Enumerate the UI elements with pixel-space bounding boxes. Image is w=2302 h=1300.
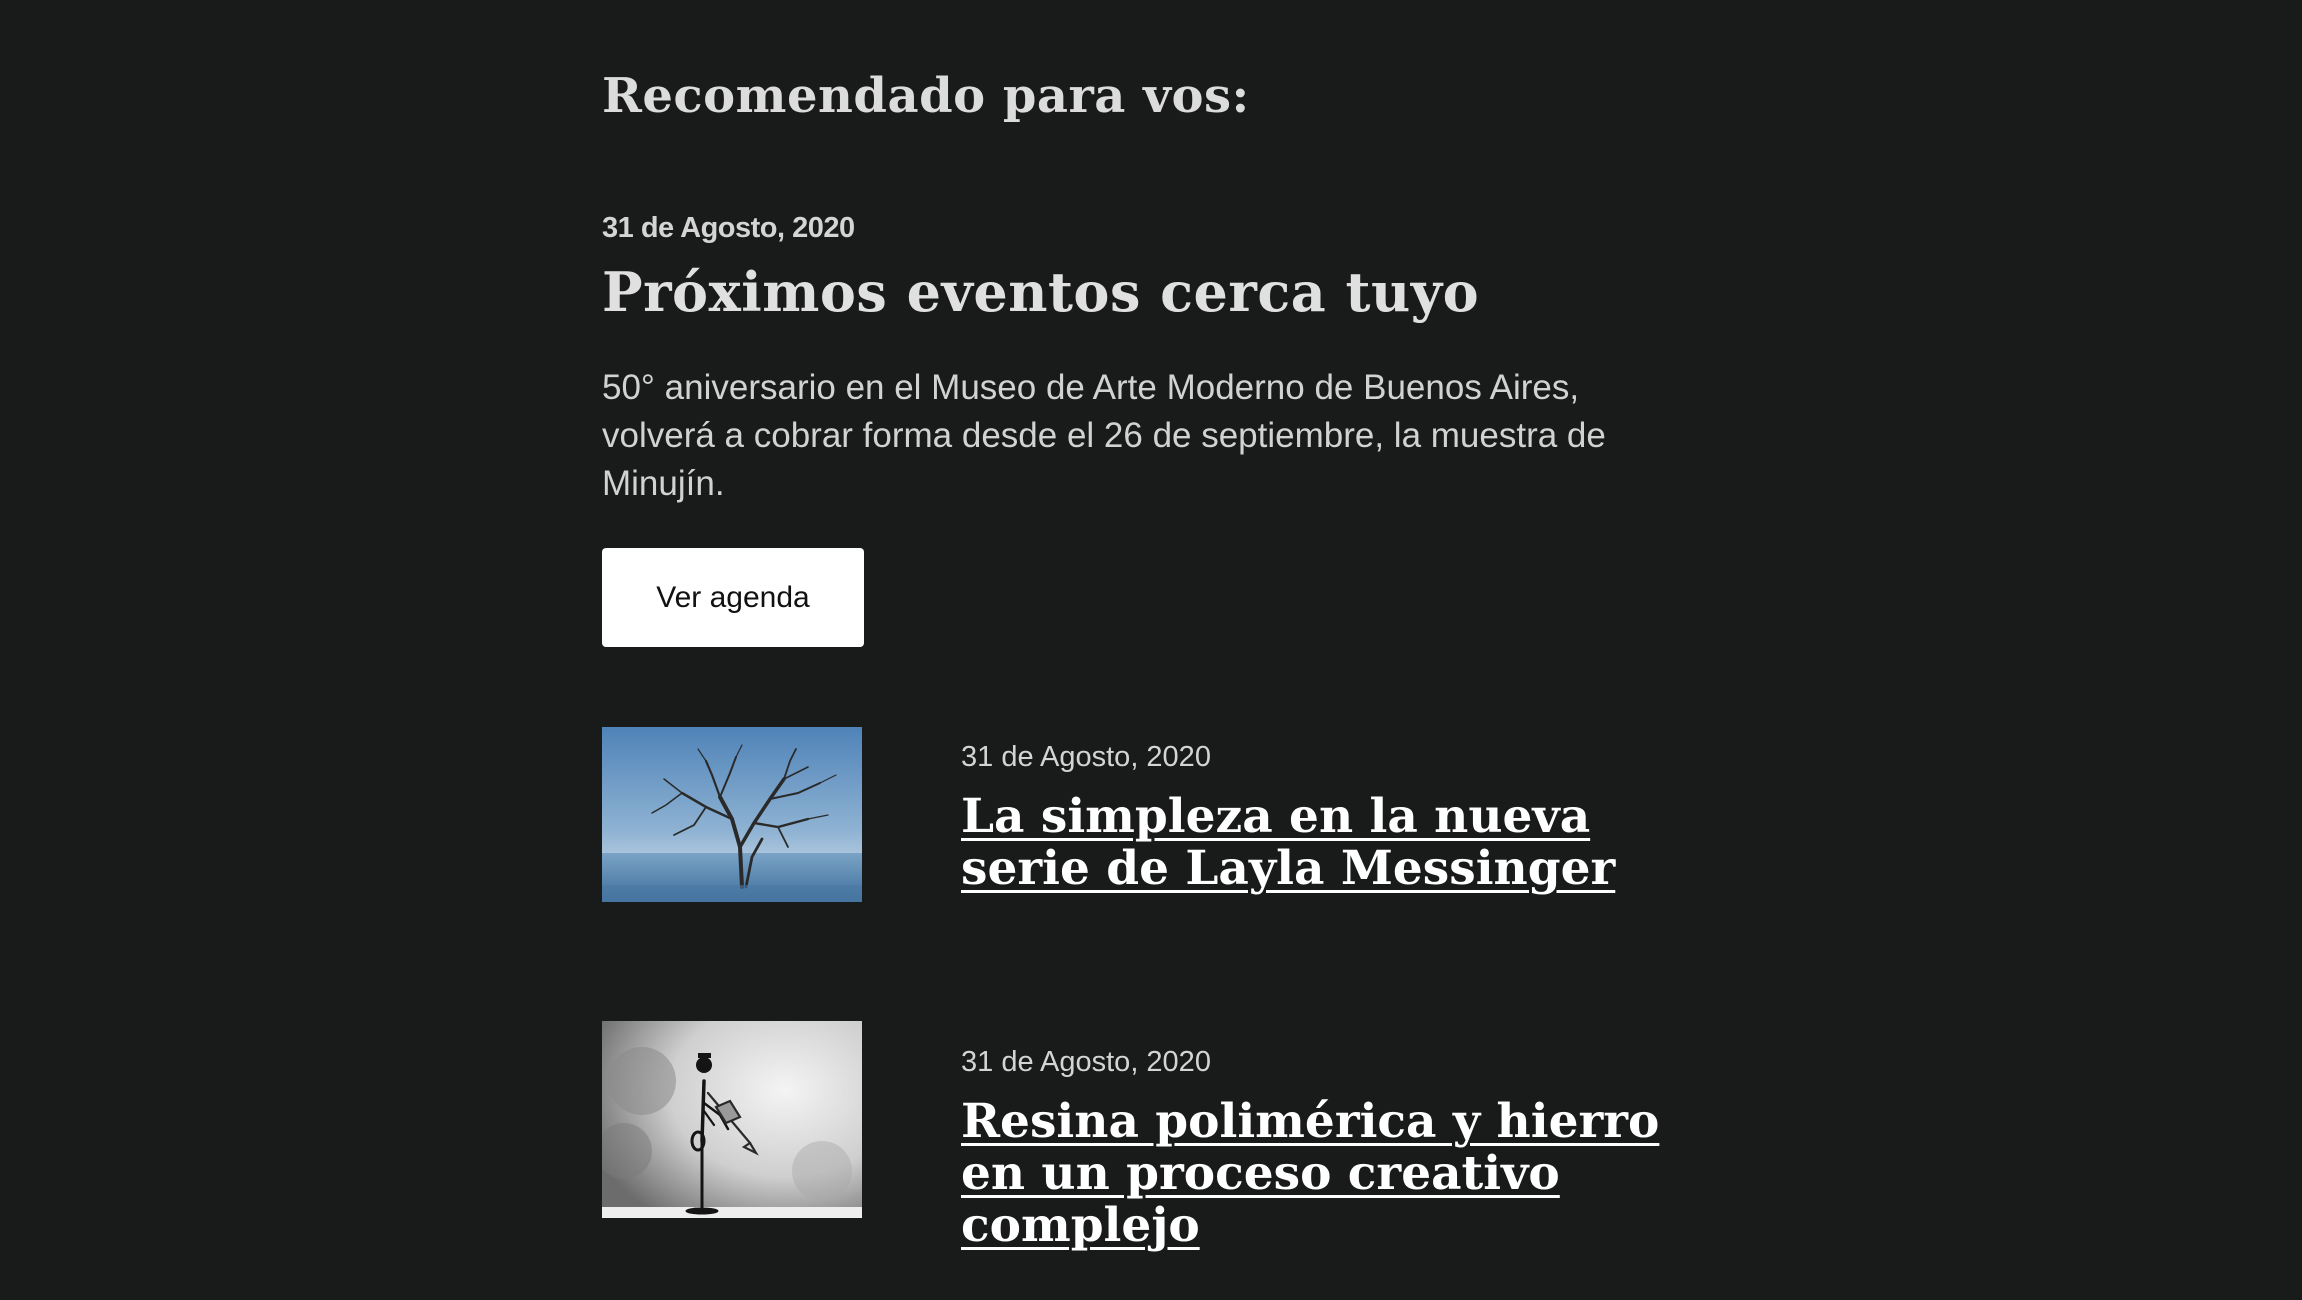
ver-agenda-button[interactable]: Ver agenda [602, 548, 864, 647]
tree-in-water-image [602, 727, 862, 902]
page: Recomendado para vos: 31 de Agosto, 2020… [0, 0, 2302, 1300]
featured-title: Próximos eventos cerca tuyo [602, 260, 1480, 324]
article-thumbnail-tree[interactable] [602, 727, 862, 902]
article-title-link[interactable]: Resina polimérica y hierro en un proceso… [961, 1096, 1721, 1252]
article-thumbnail-sculpture[interactable] [602, 1021, 862, 1218]
article-date: 31 de Agosto, 2020 [961, 741, 1211, 773]
article-title-link[interactable]: La simpleza en la nueva serie de Layla M… [961, 791, 1721, 895]
trumpet-player-sculpture-image [602, 1021, 862, 1218]
section-title: Recomendado para vos: [602, 68, 1250, 124]
featured-description: 50° aniversario en el Museo de Arte Mode… [602, 368, 1606, 503]
featured-date: 31 de Agosto, 2020 [602, 212, 855, 244]
article-date: 31 de Agosto, 2020 [961, 1046, 1211, 1078]
